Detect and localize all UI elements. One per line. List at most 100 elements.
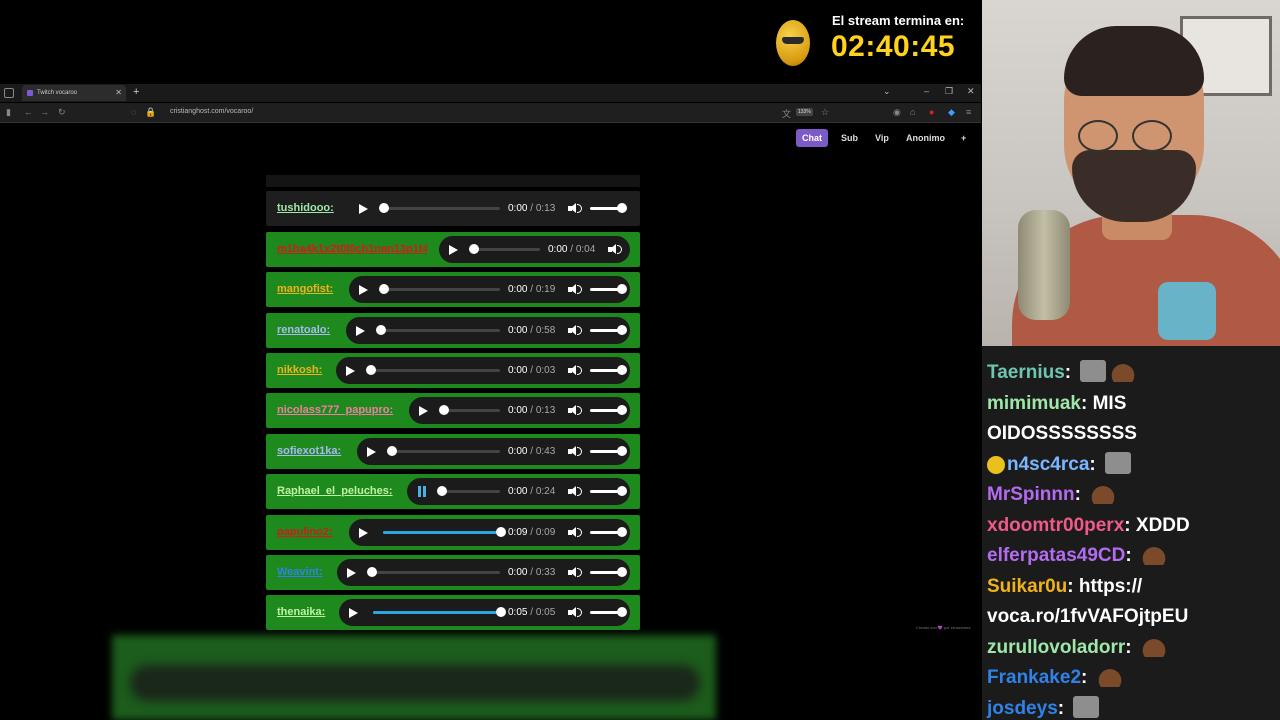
play-icon[interactable]: [356, 326, 365, 336]
volume-handle[interactable]: [617, 203, 627, 213]
volume-icon[interactable]: [568, 445, 582, 458]
new-tab-icon[interactable]: +: [133, 86, 139, 98]
audio-username[interactable]: thenaika:: [277, 595, 327, 630]
play-icon[interactable]: [367, 447, 376, 457]
downloads-icon[interactable]: ⌂: [910, 107, 915, 117]
seek-bar[interactable]: [473, 248, 540, 251]
chevron-down-icon[interactable]: ⌄: [883, 86, 891, 97]
audio-username[interactable]: mangofist:: [277, 272, 337, 307]
close-window-icon[interactable]: ✕: [967, 86, 975, 97]
audio-username[interactable]: tushidooo:: [277, 191, 337, 226]
volume-icon[interactable]: [568, 526, 582, 539]
extension-icon[interactable]: ◉: [893, 107, 901, 118]
url-field[interactable]: cristianghost.com/vocaroo/: [170, 108, 253, 115]
chat-username[interactable]: elferpatas49CD: [987, 545, 1125, 566]
bookmark-star-icon[interactable]: ☆: [821, 107, 829, 118]
audio-username[interactable]: papulino2:: [277, 515, 337, 550]
seek-handle[interactable]: [437, 486, 447, 496]
volume-handle[interactable]: [617, 486, 627, 496]
volume-handle[interactable]: [617, 284, 627, 294]
tab-anonimo[interactable]: Anonimo: [900, 129, 951, 147]
addon-icon[interactable]: ◆: [948, 107, 955, 118]
audio-username[interactable]: sofiexot1ka:: [277, 434, 345, 469]
seek-handle[interactable]: [387, 446, 397, 456]
volume-handle[interactable]: [617, 405, 627, 415]
seek-bar[interactable]: [383, 207, 500, 210]
volume-icon[interactable]: [568, 485, 582, 498]
seek-bar[interactable]: [370, 369, 500, 372]
chat-username[interactable]: josdeys: [987, 698, 1058, 719]
volume-handle[interactable]: [617, 607, 627, 617]
chat-username[interactable]: mimimuak: [987, 393, 1081, 414]
play-icon[interactable]: [347, 568, 356, 578]
volume-icon[interactable]: [568, 202, 582, 215]
chat-username[interactable]: MrSpinnn: [987, 484, 1075, 505]
seek-handle[interactable]: [379, 203, 389, 213]
seek-bar[interactable]: [391, 450, 500, 453]
tab-chat[interactable]: Chat: [796, 129, 828, 147]
restore-icon[interactable]: ❐: [945, 86, 953, 97]
volume-handle[interactable]: [617, 567, 627, 577]
seek-handle[interactable]: [469, 244, 479, 254]
play-icon[interactable]: [346, 366, 355, 376]
forward-icon[interactable]: →: [40, 107, 49, 117]
audio-username[interactable]: renatoalo:: [277, 313, 334, 348]
play-icon[interactable]: [449, 245, 458, 255]
seek-bar[interactable]: [373, 611, 500, 614]
tab-twitch-vocaroo[interactable]: Twitch vocaroo ✕: [22, 85, 126, 101]
play-icon[interactable]: [359, 528, 368, 538]
audio-username[interactable]: Raphael_el_peluches:: [277, 474, 395, 509]
play-icon[interactable]: [419, 406, 428, 416]
volume-icon[interactable]: [608, 243, 622, 256]
play-icon[interactable]: [359, 285, 368, 295]
record-icon[interactable]: ●: [929, 107, 934, 117]
chat-username[interactable]: xdoomtr00perx: [987, 515, 1124, 536]
audio-username[interactable]: nicolass777_papupro:: [277, 393, 397, 428]
minimize-icon[interactable]: –: [924, 86, 929, 96]
chat-username[interactable]: Frankake2: [987, 667, 1081, 688]
seek-handle[interactable]: [367, 567, 377, 577]
volume-handle[interactable]: [617, 527, 627, 537]
volume-icon[interactable]: [568, 324, 582, 337]
close-tab-icon[interactable]: ✕: [115, 85, 122, 101]
chat-username[interactable]: n4sc4rca: [1007, 454, 1089, 475]
seek-bar[interactable]: [371, 571, 500, 574]
play-icon[interactable]: [349, 608, 358, 618]
audio-username[interactable]: m1ha4k1x2t0l0ch1nan13p1t4z:: [277, 232, 427, 267]
seek-bar[interactable]: [441, 490, 500, 493]
volume-icon[interactable]: [568, 404, 582, 417]
shield-icon[interactable]: ◌: [131, 107, 136, 117]
audio-username[interactable]: nikkosh:: [277, 353, 324, 388]
volume-icon[interactable]: [568, 283, 582, 296]
seek-handle[interactable]: [496, 527, 506, 537]
play-icon[interactable]: [359, 204, 368, 214]
seek-handle[interactable]: [496, 607, 506, 617]
seek-handle[interactable]: [376, 325, 386, 335]
zoom-badge[interactable]: 133%: [796, 108, 813, 116]
volume-icon[interactable]: [568, 606, 582, 619]
chat-username[interactable]: Taernius: [987, 362, 1065, 383]
tab-overview-icon[interactable]: [4, 88, 14, 98]
sidebar-icon[interactable]: ▮: [6, 107, 11, 118]
audio-username[interactable]: Weavint:: [277, 555, 325, 590]
add-tab-button[interactable]: +: [955, 129, 972, 147]
volume-icon[interactable]: [568, 364, 582, 377]
translate-icon[interactable]: 文: [782, 107, 791, 120]
menu-icon[interactable]: ≡: [966, 107, 971, 117]
seek-bar[interactable]: [380, 329, 500, 332]
volume-handle[interactable]: [617, 325, 627, 335]
volume-icon[interactable]: [568, 566, 582, 579]
tab-sub[interactable]: Sub: [835, 129, 864, 147]
chat-username[interactable]: zurullovoladorr: [987, 637, 1125, 658]
chat-username[interactable]: Suikar0u: [987, 576, 1067, 597]
pause-icon[interactable]: [417, 486, 427, 497]
seek-handle[interactable]: [379, 284, 389, 294]
tab-vip[interactable]: Vip: [869, 129, 895, 147]
volume-handle[interactable]: [617, 446, 627, 456]
seek-bar[interactable]: [383, 531, 500, 534]
seek-bar[interactable]: [383, 288, 500, 291]
seek-handle[interactable]: [439, 405, 449, 415]
seek-handle[interactable]: [366, 365, 376, 375]
seek-bar[interactable]: [443, 409, 500, 412]
reload-icon[interactable]: ↻: [58, 107, 66, 118]
